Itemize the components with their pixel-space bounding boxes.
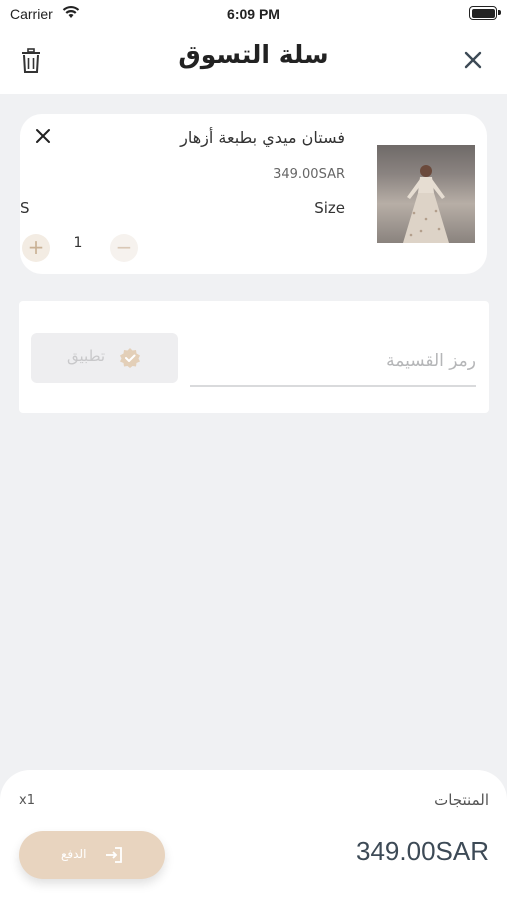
- login-arrow-icon: [106, 847, 122, 863]
- quantity-value: 1: [73, 235, 83, 251]
- nav-bar: سلة التسوق: [0, 28, 507, 94]
- cart-item-card: فستان ميدي بطبعة أزهار 349.00SAR Size S …: [20, 114, 487, 274]
- apply-coupon-label: تطبيق: [67, 347, 106, 365]
- size-value: S: [20, 199, 30, 217]
- apply-coupon-button[interactable]: تطبيق: [31, 333, 178, 383]
- coupon-code-input[interactable]: [190, 337, 476, 387]
- quantity-increase-button[interactable]: +: [22, 234, 50, 262]
- status-bar: Carrier 6:09 PM: [0, 0, 507, 28]
- product-name[interactable]: فستان ميدي بطبعة أزهار: [180, 128, 345, 147]
- size-label: Size: [314, 199, 345, 217]
- clock: 6:09 PM: [227, 6, 280, 22]
- page-title: سلة التسوق: [178, 40, 329, 69]
- quantity-decrease-button[interactable]: −: [110, 234, 138, 262]
- verified-badge-icon: [120, 348, 140, 368]
- dress-illustration: [403, 165, 449, 243]
- checkout-button[interactable]: الدفع: [19, 831, 165, 879]
- items-count: x1: [19, 793, 35, 808]
- checkout-summary: المنتجات x1 349.00SAR الدفع: [0, 770, 507, 900]
- product-image[interactable]: [377, 145, 475, 243]
- product-price: 349.00SAR: [273, 167, 345, 182]
- total-price: 349.00SAR: [356, 836, 489, 866]
- battery-icon: [469, 6, 501, 20]
- items-label: المنتجات: [434, 791, 489, 809]
- checkout-label: الدفع: [61, 847, 87, 861]
- close-icon[interactable]: [461, 48, 485, 72]
- coupon-card: تطبيق: [19, 301, 489, 413]
- remove-item-icon[interactable]: [34, 127, 52, 145]
